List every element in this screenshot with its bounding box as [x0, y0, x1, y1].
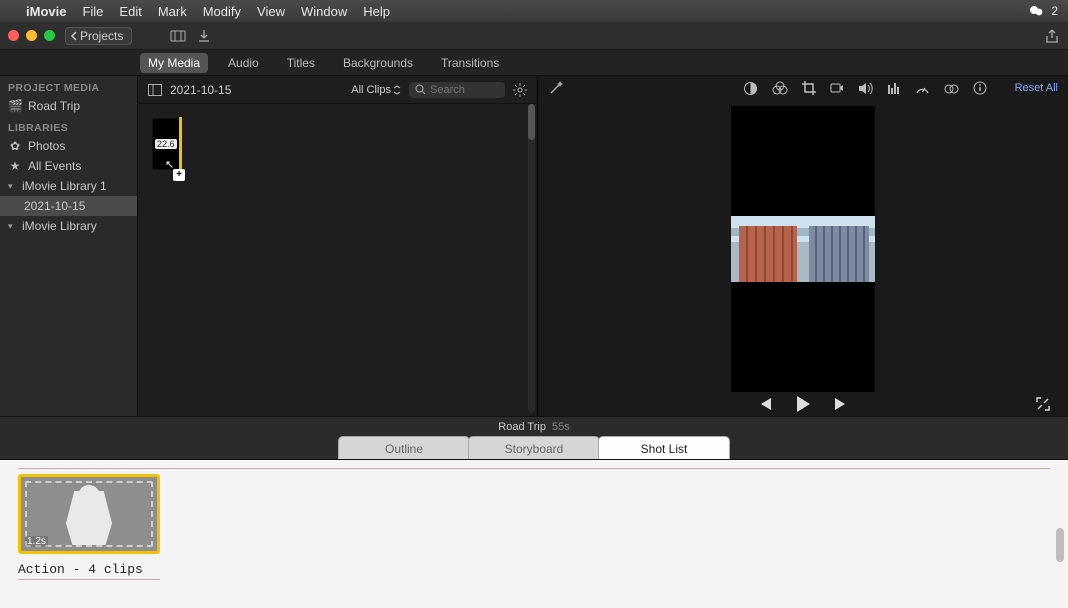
shot-caption: Action - 4 clips: [18, 562, 160, 577]
sidebar-project-label: Road Trip: [28, 99, 80, 113]
sidebar-project-roadtrip[interactable]: 🎬 Road Trip: [0, 96, 137, 116]
projects-back-label: Projects: [80, 29, 123, 43]
color-correction-icon[interactable]: [772, 81, 788, 96]
filmstrip-toggle-icon[interactable]: [148, 84, 162, 96]
project-title-bar: Road Trip 55s: [0, 416, 1068, 436]
menu-edit[interactable]: Edit: [119, 4, 141, 19]
library-sidebar: PROJECT MEDIA 🎬 Road Trip LIBRARIES ✿ Ph…: [0, 76, 138, 416]
enhance-wand-icon[interactable]: [548, 80, 564, 96]
tab-transitions[interactable]: Transitions: [433, 53, 507, 73]
share-icon[interactable]: [1044, 28, 1060, 44]
sidebar-all-events[interactable]: ★ All Events: [0, 156, 137, 176]
event-browser-header: 2021-10-15 All Clips: [138, 76, 537, 104]
browser-settings-icon[interactable]: [513, 83, 527, 97]
shot-list-panel: 1.2s Action - 4 clips: [0, 460, 1068, 608]
section-project-media: PROJECT MEDIA: [0, 76, 137, 96]
star-icon: ★: [8, 159, 22, 173]
menu-file[interactable]: File: [82, 4, 103, 19]
sidebar-event-2021-10-15[interactable]: 2021-10-15: [0, 196, 137, 216]
main-split: PROJECT MEDIA 🎬 Road Trip LIBRARIES ✿ Ph…: [0, 76, 1068, 416]
tab-outline[interactable]: Outline: [338, 436, 470, 459]
tab-titles[interactable]: Titles: [279, 53, 323, 73]
sidebar-photos[interactable]: ✿ Photos: [0, 136, 137, 156]
chevron-down-icon[interactable]: ▾: [8, 221, 16, 232]
download-icon[interactable]: [196, 28, 212, 44]
crop-icon[interactable]: [802, 81, 816, 95]
trailer-tabs: Outline Storyboard Shot List: [0, 436, 1068, 460]
app-name[interactable]: iMovie: [26, 4, 66, 19]
tab-backgrounds[interactable]: Backgrounds: [335, 53, 421, 73]
divider: [18, 468, 1050, 469]
fullscreen-icon[interactable]: [1036, 397, 1050, 411]
search-input[interactable]: [430, 84, 498, 96]
section-libraries: LIBRARIES: [0, 116, 137, 136]
tab-audio[interactable]: Audio: [220, 53, 267, 73]
notification-count[interactable]: 2: [1051, 4, 1058, 18]
action-silhouette-icon: [60, 483, 118, 545]
filters-icon[interactable]: [944, 81, 959, 95]
clip-grid[interactable]: 22.6 ↖ +: [138, 104, 537, 416]
clip-time-badge: 22.6: [155, 139, 177, 149]
project-name: Road Trip: [498, 421, 546, 433]
color-balance-icon[interactable]: [743, 81, 758, 96]
search-field[interactable]: [409, 82, 505, 98]
transport-controls: [538, 392, 1068, 416]
clapper-icon: 🎬: [8, 99, 22, 113]
sidebar-library-1[interactable]: ▾ iMovie Library 1: [0, 176, 137, 196]
clip-filter-dropdown[interactable]: All Clips: [351, 84, 401, 96]
mac-menubar: iMovie File Edit Mark Modify View Window…: [0, 0, 1068, 22]
photos-icon: ✿: [8, 139, 22, 153]
shot-frame[interactable]: 1.2s: [18, 474, 160, 554]
noise-equalizer-icon[interactable]: [887, 82, 901, 95]
menu-mark[interactable]: Mark: [158, 4, 187, 19]
search-icon: [415, 84, 426, 95]
minimize-window-button[interactable]: [26, 30, 37, 41]
scrollbar-thumb[interactable]: [1056, 528, 1064, 562]
tab-my-media[interactable]: My Media: [140, 53, 208, 73]
event-title: 2021-10-15: [170, 83, 231, 97]
media-browser-tabs: My Media Audio Titles Backgrounds Transi…: [0, 50, 1068, 76]
menu-help[interactable]: Help: [363, 4, 390, 19]
import-media-icon[interactable]: [170, 28, 186, 44]
preview-viewer: Reset All: [538, 76, 1068, 416]
shot-duration: 1.2s: [25, 536, 48, 547]
menu-window[interactable]: Window: [301, 4, 347, 19]
zoom-window-button[interactable]: [44, 30, 55, 41]
browser-scrollbar[interactable]: [528, 104, 535, 412]
sidebar-library-2[interactable]: ▾ iMovie Library: [0, 216, 137, 236]
skimmer-playhead[interactable]: [179, 117, 182, 171]
tab-shot-list[interactable]: Shot List: [598, 436, 730, 459]
preview-image: [731, 216, 875, 282]
projects-back-button[interactable]: Projects: [65, 27, 132, 45]
play-button[interactable]: [795, 395, 811, 413]
next-clip-button[interactable]: [833, 397, 849, 411]
shot-placeholder[interactable]: 1.2s Action - 4 clips: [18, 474, 160, 580]
speed-icon[interactable]: [915, 82, 930, 95]
close-window-button[interactable]: [8, 30, 19, 41]
viewer-toolbar: Reset All: [538, 76, 1068, 100]
menu-modify[interactable]: Modify: [203, 4, 241, 19]
event-browser: 2021-10-15 All Clips 22.6 ↖ +: [138, 76, 538, 416]
clip-thumbnail[interactable]: 22.6 ↖ +: [152, 118, 182, 170]
tab-storyboard[interactable]: Storyboard: [468, 436, 600, 459]
chevron-down-icon[interactable]: ▾: [8, 181, 16, 192]
divider: [18, 579, 160, 580]
reset-all-button[interactable]: Reset All: [1015, 82, 1058, 94]
window-titlebar: Projects: [0, 22, 1068, 50]
add-to-timeline-icon[interactable]: +: [173, 169, 185, 181]
scrollbar-thumb[interactable]: [528, 104, 535, 140]
stabilization-icon[interactable]: [830, 82, 844, 94]
volume-icon[interactable]: [858, 82, 873, 95]
wechat-status-icon[interactable]: [1029, 4, 1045, 18]
project-duration: 55s: [552, 421, 570, 433]
prev-clip-button[interactable]: [757, 397, 773, 411]
menu-view[interactable]: View: [257, 4, 285, 19]
viewer-canvas[interactable]: [538, 100, 1068, 392]
shotlist-scrollbar[interactable]: [1056, 470, 1064, 602]
preview-frame: [731, 106, 875, 392]
info-icon[interactable]: [973, 81, 987, 95]
traffic-lights[interactable]: [8, 30, 55, 41]
